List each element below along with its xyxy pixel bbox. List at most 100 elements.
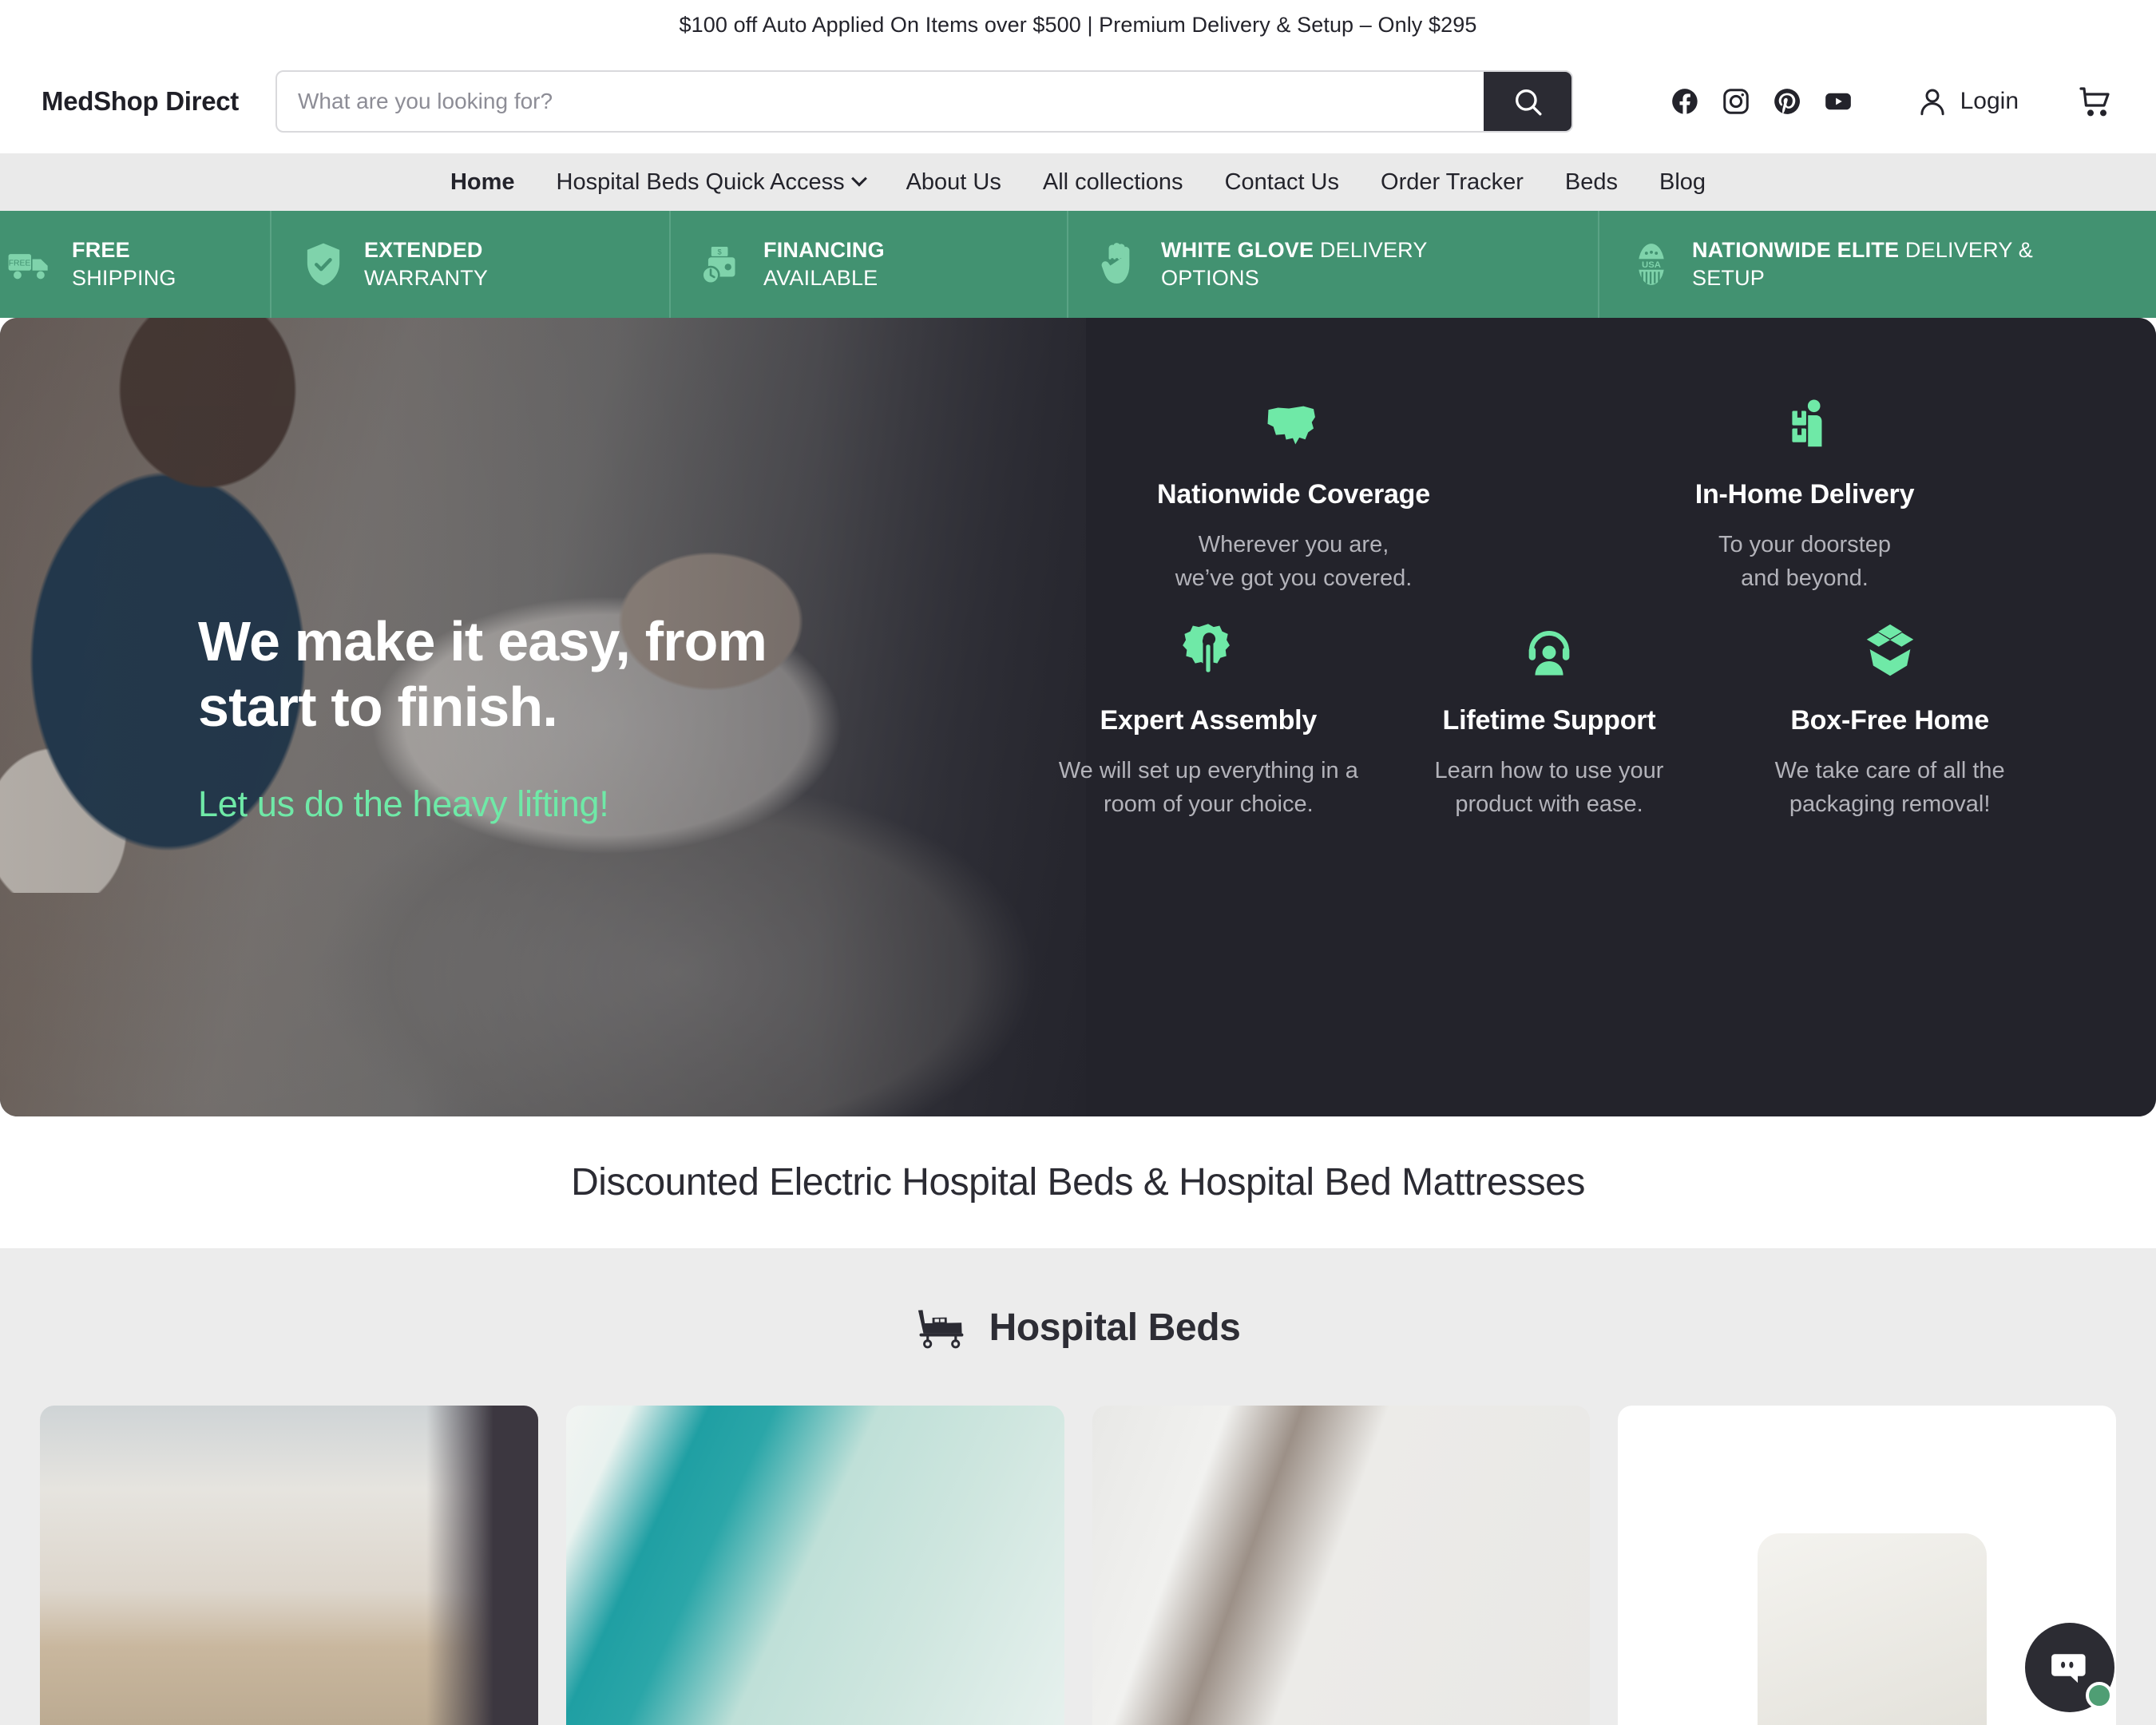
hero-feature-row-2: Expert Assembly We will set up everythin… — [1038, 617, 2060, 821]
nav-item-beds[interactable]: Beds — [1544, 169, 1639, 196]
search-input[interactable] — [277, 72, 1484, 131]
hero-feature-desc: We will set up everything in a room of y… — [1056, 754, 1361, 821]
hero-feature-desc: Wherever you are, we’ve got you covered. — [1056, 528, 1532, 595]
hero-feature-desc-line1: We take care of all the — [1774, 758, 2005, 784]
benefit-strong: FREE — [72, 238, 130, 263]
wrench-gear-icon — [1183, 624, 1231, 672]
benefit-rest: DELIVERY & — [1899, 238, 2033, 263]
white-glove-hand-icon — [1101, 243, 1130, 284]
nav-item-home[interactable]: Home — [430, 169, 536, 196]
chat-online-status-dot — [2086, 1682, 2113, 1709]
brand-logo[interactable]: MedShop Direct — [42, 86, 239, 117]
hero-feature-nationwide-coverage: Nationwide Coverage Wherever you are, we… — [1038, 391, 1549, 595]
benefit-financing-available: $ FINANCING AVAILABLE — [671, 211, 1068, 318]
hospital-beds-section: Hospital Beds — [0, 1248, 2156, 1725]
hero-subtitle: Let us do the heavy lifting! — [198, 783, 609, 824]
nav-label: About Us — [906, 169, 1001, 195]
nav-label: Beds — [1564, 169, 1618, 195]
nav-label: Contact Us — [1224, 169, 1340, 195]
youtube-icon[interactable] — [1823, 86, 1853, 117]
benefit-text: NATIONWIDE ELITE DELIVERY & SETUP — [1692, 236, 2033, 291]
facebook-icon[interactable] — [1670, 86, 1700, 117]
nav-label: Order Tracker — [1381, 169, 1524, 195]
page-title: Discounted Electric Hospital Beds & Hosp… — [571, 1161, 1585, 1204]
hero-feature-desc-line2: and beyond. — [1741, 565, 1869, 592]
instagram-icon[interactable] — [1721, 86, 1751, 117]
hero-feature-desc-line2: we’ve got you covered. — [1175, 565, 1413, 592]
product-card-3[interactable] — [1092, 1406, 1591, 1725]
usa-badge-icon: USA — [1636, 244, 1667, 285]
hero-feature-title: Box-Free Home — [1790, 705, 1989, 736]
nav-item-blog[interactable]: Blog — [1639, 169, 1726, 196]
hero-feature-desc: Learn how to use your product with ease. — [1397, 754, 1702, 821]
nav-item-hospital-beds-quick-access[interactable]: Hospital Beds Quick Access — [536, 169, 886, 196]
login-label: Login — [1960, 88, 2019, 114]
hero-feature-title: Expert Assembly — [1100, 705, 1318, 736]
chat-widget-button[interactable] — [2025, 1623, 2114, 1712]
hero-feature-title: Lifetime Support — [1442, 705, 1656, 736]
hero-feature-desc-line1: Learn how to use your — [1434, 758, 1664, 784]
hero-feature-title: Nationwide Coverage — [1157, 479, 1430, 510]
benefit-strong: FINANCING — [763, 238, 885, 263]
nav-item-about-us[interactable]: About Us — [886, 169, 1022, 196]
search-button[interactable] — [1484, 72, 1571, 131]
hero-copy: We make it easy, from start to finish. L… — [198, 318, 901, 1116]
hero-banner: We make it easy, from start to finish. L… — [0, 318, 2156, 1116]
benefit-nationwide-elite-delivery: USA NATIONWIDE ELITE DELIVERY & SETUP — [1599, 211, 2156, 318]
benefit-strong: WHITE GLOVE — [1161, 238, 1314, 263]
hospital-beds-heading: Hospital Beds — [0, 1306, 2156, 1350]
hero-feature-desc-line2: packaging removal! — [1789, 791, 1991, 818]
benefit-free-shipping: FREE FREE SHIPPING — [0, 211, 271, 318]
nav-label: Blog — [1659, 169, 1706, 195]
hero-feature-grid: Nationwide Coverage Wherever you are, we… — [1038, 391, 2060, 821]
hero-feature-title: In-Home Delivery — [1694, 479, 1915, 510]
benefit-strong: NATIONWIDE ELITE — [1692, 238, 1900, 263]
truck-free-shipping-icon: FREE — [8, 254, 48, 280]
pinterest-icon[interactable] — [1772, 86, 1802, 117]
hero-feature-icon-wrap — [1397, 617, 1702, 684]
hero-feature-desc-line1: To your doorstep — [1718, 532, 1891, 557]
nav-label: Home — [450, 169, 515, 195]
benefit-text: WHITE GLOVE DELIVERY OPTIONS — [1161, 236, 1428, 291]
benefit-rest: DELIVERY — [1314, 238, 1428, 263]
hero-feature-desc: We take care of all the packaging remova… — [1737, 754, 2043, 821]
benefit-strong: EXTENDED — [364, 238, 483, 263]
login-button[interactable]: Login — [1916, 85, 2019, 118]
main-nav: Home Hospital Beds Quick Access About Us… — [0, 153, 2156, 211]
svg-text:$: $ — [718, 248, 723, 256]
benefit-line2: WARRANTY — [364, 266, 489, 290]
benefit-white-glove-delivery: WHITE GLOVE DELIVERY OPTIONS — [1068, 211, 1599, 318]
headset-support-icon — [1528, 631, 1570, 676]
hero-feature-icon-wrap — [1737, 617, 2043, 684]
benefit-line2: SHIPPING — [72, 266, 176, 290]
site-header: MedShop Direct What are you looking for?… — [0, 50, 2156, 153]
product-card-1[interactable] — [40, 1406, 538, 1725]
cart-icon[interactable] — [2076, 82, 2114, 121]
nav-item-all-collections[interactable]: All collections — [1022, 169, 1204, 196]
hero-feature-box-free-home: Box-Free Home We take care of all the pa… — [1719, 617, 2060, 821]
nav-item-order-tracker[interactable]: Order Tracker — [1360, 169, 1544, 196]
hero-feature-lifetime-support: Lifetime Support Learn how to use your p… — [1379, 617, 1720, 821]
benefit-text: FREE SHIPPING — [72, 236, 176, 291]
section-title-wrap: Discounted Electric Hospital Beds & Hosp… — [0, 1116, 2156, 1248]
hero-feature-icon-wrap — [1056, 391, 1532, 458]
hero-feature-icon-wrap — [1056, 617, 1361, 684]
header-actions: Login — [1670, 82, 2114, 121]
chevron-down-icon — [850, 170, 867, 187]
product-card-2[interactable] — [565, 1406, 1064, 1725]
social-links — [1670, 86, 1853, 117]
hero-feature-desc-line1: Wherever you are, — [1198, 532, 1389, 557]
benefit-text: EXTENDED WARRANTY — [364, 236, 488, 291]
hero-title-line1: We make it easy, from — [198, 610, 767, 673]
svg-text:USA: USA — [1642, 260, 1661, 270]
hero-feature-desc-line2: room of your choice. — [1103, 791, 1314, 818]
promo-banner: $100 off Auto Applied On Items over $500… — [0, 0, 2156, 50]
benefits-bar: FREE FREE SHIPPING EXTENDED WARRANTY $ F… — [0, 211, 2156, 318]
delivery-person-icon — [1792, 399, 1822, 447]
chat-bubble-icon — [2051, 1654, 2086, 1683]
open-box-icon — [1866, 624, 1913, 676]
benefit-line2: AVAILABLE — [763, 266, 878, 290]
nav-item-contact-us[interactable]: Contact Us — [1204, 169, 1360, 196]
benefit-line2: OPTIONS — [1161, 266, 1259, 290]
search-bar[interactable] — [275, 70, 1573, 133]
